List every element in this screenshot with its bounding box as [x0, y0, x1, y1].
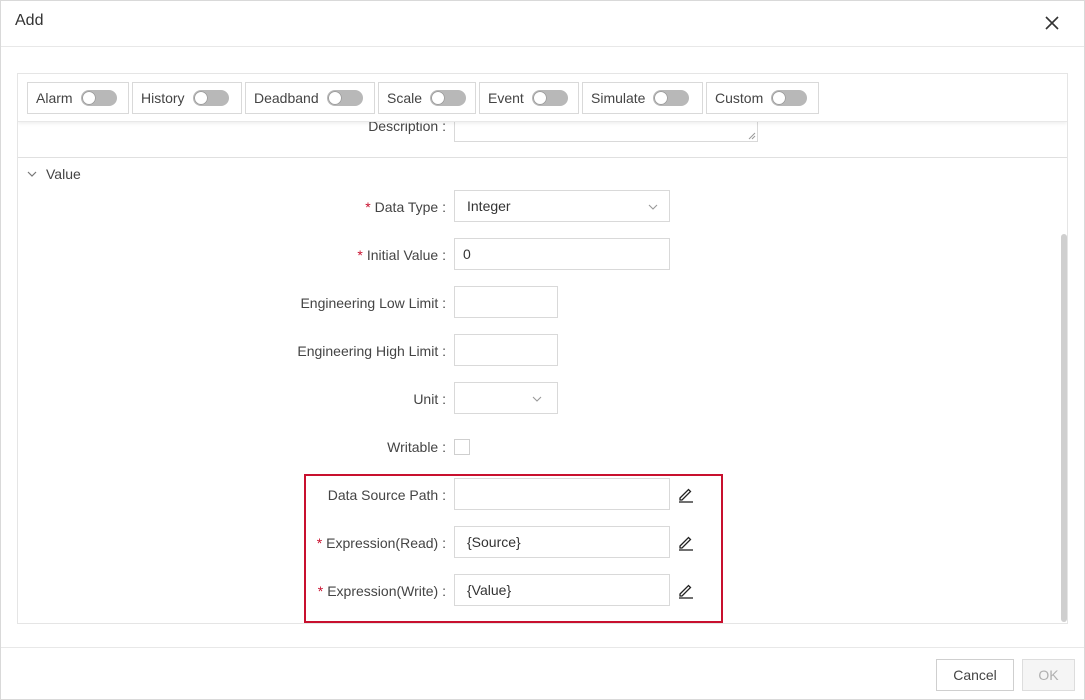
custom-toggle-label: Custom — [715, 90, 764, 106]
alarm-toggle-switch[interactable] — [80, 90, 117, 106]
ok-button[interactable]: OK — [1022, 659, 1075, 691]
simulate-toggle-chip[interactable]: Simulate — [582, 82, 703, 114]
value-section-title: Value — [46, 166, 81, 182]
required-marker: * — [316, 535, 323, 551]
deadband-toggle-label: Deadband — [254, 90, 319, 106]
history-toggle-switch[interactable] — [192, 90, 229, 106]
expression-write-value: {Value} — [467, 582, 512, 598]
alarm-toggle-label: Alarm — [36, 90, 73, 106]
custom-toggle-switch[interactable] — [771, 90, 808, 106]
expression-write-input[interactable]: {Value} — [454, 574, 670, 606]
unit-label: Unit : — [413, 391, 446, 407]
expression-read-value: {Source} — [467, 534, 521, 550]
feature-toggle-bar: Alarm History Deadband Scale Event Simul… — [18, 74, 1067, 122]
dialog-title: Add — [15, 12, 44, 29]
edit-pencil-icon[interactable] — [677, 581, 695, 599]
value-section-header[interactable]: Value — [26, 166, 81, 182]
initial-value-label-text: Initial Value : — [366, 247, 446, 263]
expression-write-label: * Expression(Write) : — [116, 583, 446, 599]
scrollbar-thumb[interactable] — [1061, 234, 1067, 622]
dialog-header: Add — [1, 1, 1084, 47]
scale-toggle-chip[interactable]: Scale — [378, 82, 476, 114]
dialog-footer: Cancel OK — [1, 647, 1084, 699]
eng-high-limit-label: Engineering High Limit : — [297, 343, 446, 359]
section-divider — [18, 157, 1067, 158]
chevron-down-icon — [532, 396, 542, 402]
expression-read-label: * Expression(Read) : — [116, 535, 446, 551]
eng-low-limit-label: Engineering Low Limit : — [300, 295, 446, 311]
chevron-down-icon — [648, 204, 658, 210]
scale-toggle-label: Scale — [387, 90, 423, 106]
custom-toggle-chip[interactable]: Custom — [706, 82, 819, 114]
simulate-toggle-switch[interactable] — [653, 90, 690, 106]
event-toggle-chip[interactable]: Event — [479, 82, 579, 114]
data-source-path-label: Data Source Path : — [327, 487, 446, 503]
edit-pencil-icon[interactable] — [677, 533, 695, 551]
cancel-button[interactable]: Cancel — [936, 659, 1014, 691]
expression-read-label-text: Expression(Read) : — [326, 535, 446, 551]
alarm-toggle-chip[interactable]: Alarm — [27, 82, 129, 114]
history-toggle-label: History — [141, 90, 185, 106]
data-source-path-input[interactable] — [454, 478, 670, 510]
chevron-down-icon — [27, 171, 37, 177]
data-type-value: Integer — [467, 198, 511, 214]
initial-value-input[interactable]: 0 — [454, 238, 670, 270]
required-marker: * — [317, 583, 324, 599]
writable-label: Writable : — [387, 439, 446, 455]
add-dialog: Add Alarm History Deadband Scale Event S… — [0, 0, 1085, 700]
data-type-select[interactable]: Integer — [454, 190, 670, 222]
writable-checkbox[interactable] — [454, 439, 470, 455]
simulate-toggle-label: Simulate — [591, 90, 646, 106]
initial-value-label: * Initial Value : — [116, 247, 446, 263]
expression-write-label-text: Expression(Write) : — [327, 583, 446, 599]
resize-grip-icon[interactable] — [748, 132, 756, 140]
deadband-toggle-chip[interactable]: Deadband — [245, 82, 375, 114]
required-marker: * — [357, 247, 363, 263]
unit-select[interactable] — [454, 382, 558, 414]
eng-low-limit-input[interactable] — [454, 286, 558, 318]
event-toggle-label: Event — [488, 90, 524, 106]
close-icon[interactable] — [1042, 13, 1062, 33]
deadband-toggle-switch[interactable] — [326, 90, 363, 106]
initial-value-value: 0 — [463, 246, 471, 262]
event-toggle-switch[interactable] — [531, 90, 568, 106]
expression-read-input[interactable]: {Source} — [454, 526, 670, 558]
vertical-scrollbar[interactable] — [1061, 234, 1067, 622]
eng-high-limit-input[interactable] — [454, 334, 558, 366]
scale-toggle-switch[interactable] — [430, 90, 467, 106]
edit-pencil-icon[interactable] — [677, 485, 695, 503]
form-panel: Alarm History Deadband Scale Event Simul… — [17, 73, 1068, 624]
data-type-label: * Data Type : — [116, 199, 446, 215]
history-toggle-chip[interactable]: History — [132, 82, 242, 114]
required-marker: * — [365, 199, 371, 215]
data-type-label-text: Data Type : — [374, 199, 446, 215]
